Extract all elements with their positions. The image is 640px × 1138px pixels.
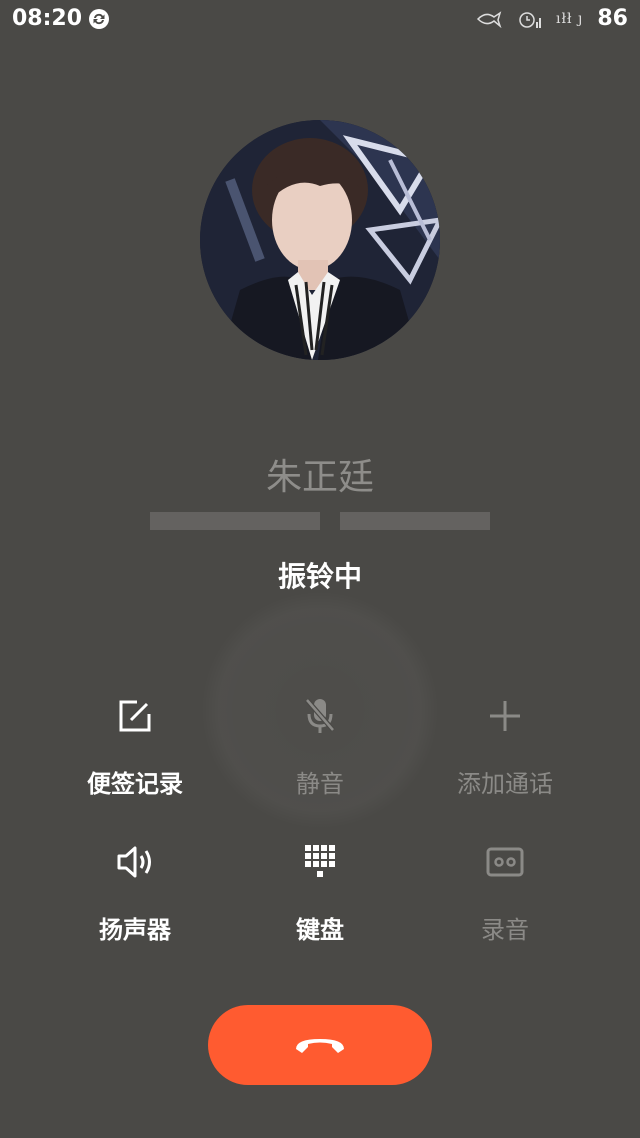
call-status: 振铃中 [277,560,362,593]
record-icon [486,847,524,877]
fish-notification-icon [476,10,502,28]
keypad-icon [305,845,335,877]
end-call-button[interactable] [208,1005,432,1085]
note-button[interactable]: 便签记录 [55,690,215,799]
status-right: ıłł ȷ 86 [476,6,628,31]
add-call-button[interactable]: 添加通话 [425,690,585,799]
caller-number-blurred [150,512,490,530]
note-edit-icon [119,700,151,732]
record-label: 录音 [481,916,529,944]
caller-avatar [200,120,440,360]
alarm-icon [519,11,542,28]
keypad-button[interactable]: 键盘 [240,836,400,945]
status-bar: 08:20 ıłł ȷ 86 [0,0,640,40]
caller-name: 朱正廷 [265,457,374,498]
avatar-photo [200,120,440,360]
record-button[interactable]: 录音 [425,836,585,945]
speaker-label: 扬声器 [99,916,171,944]
note-label: 便签记录 [87,770,183,798]
add-call-label: 添加通话 [457,770,553,798]
hang-up-icon [296,1039,344,1053]
status-time: 08:20 [12,6,83,31]
mute-label: 静音 [296,770,344,798]
speaker-button[interactable]: 扬声器 [55,836,215,945]
battery-level: 86 [597,6,628,31]
speaker-icon [117,846,151,878]
signal-text: ıłł ȷ [556,10,584,27]
sync-icon [89,9,109,29]
mute-button[interactable]: 静音 [240,690,400,799]
mute-mic-icon [305,698,335,733]
add-call-icon [490,701,520,731]
keypad-label: 键盘 [296,916,344,944]
